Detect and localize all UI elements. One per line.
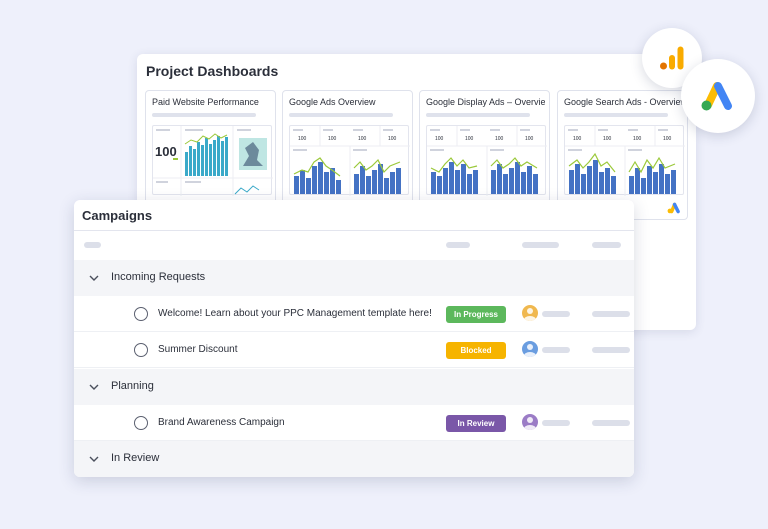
avatar[interactable] bbox=[522, 341, 538, 357]
kpi-value: 100 bbox=[663, 136, 672, 142]
assignee-name-placeholder bbox=[542, 347, 570, 353]
dashboard-card-placeholder bbox=[152, 113, 256, 117]
status-badge[interactable]: In Progress bbox=[446, 306, 506, 323]
campaigns-title: Campaigns bbox=[82, 208, 153, 223]
column-header-assignee[interactable] bbox=[522, 242, 559, 248]
chevron-down-icon[interactable] bbox=[88, 453, 100, 465]
avatar[interactable] bbox=[522, 414, 538, 430]
status-badge[interactable]: In Review bbox=[446, 415, 506, 432]
google-analytics-icon bbox=[660, 46, 684, 70]
task-name[interactable]: Welcome! Learn about your PPC Management… bbox=[158, 308, 432, 319]
google-ads-icon bbox=[701, 82, 732, 111]
dashboards-title: Project Dashboards bbox=[146, 63, 279, 79]
campaigns-panel: Campaigns Incoming Requests Welcome! Lea… bbox=[74, 200, 634, 477]
kpi-value: 100 bbox=[495, 136, 504, 142]
avatar[interactable] bbox=[522, 305, 538, 321]
dashboard-card-title: Paid Website Performance bbox=[152, 97, 259, 107]
kpi-value: 100 bbox=[603, 136, 612, 142]
kpi-value: 100 bbox=[388, 136, 397, 142]
column-header-date[interactable] bbox=[592, 242, 621, 248]
kpi-value: 100 bbox=[358, 136, 367, 142]
kpi-value: 100 bbox=[435, 136, 444, 142]
date-placeholder bbox=[592, 311, 630, 317]
task-complete-radio[interactable] bbox=[134, 343, 148, 357]
assignee-name-placeholder bbox=[542, 420, 570, 426]
dashboard-card-title: Google Search Ads - Overview bbox=[564, 97, 683, 107]
kpi-value: 100 bbox=[465, 136, 474, 142]
dashboard-preview: 100 100 100 100 bbox=[289, 125, 410, 196]
task-row[interactable]: Welcome! Learn about your PPC Management… bbox=[74, 296, 634, 332]
dashboard-card-title: Google Display Ads – Overview bbox=[426, 97, 545, 107]
group-label: Incoming Requests bbox=[111, 271, 206, 283]
column-header-status[interactable] bbox=[446, 242, 470, 248]
kpi-value: 100 bbox=[155, 144, 177, 159]
task-row[interactable]: Summer Discount Blocked bbox=[74, 332, 634, 368]
user-icon bbox=[524, 308, 536, 321]
dashboard-card-title: Google Ads Overview bbox=[289, 97, 376, 107]
google-ads-logo bbox=[681, 59, 755, 133]
user-icon bbox=[524, 417, 536, 430]
group-label: In Review bbox=[111, 452, 160, 464]
column-header-name[interactable] bbox=[84, 242, 101, 248]
chevron-down-icon[interactable] bbox=[88, 272, 100, 284]
dashboard-card-placeholder bbox=[564, 113, 668, 117]
assignee-name-placeholder bbox=[542, 311, 570, 317]
dashboard-preview: 100 100 100 100 bbox=[426, 125, 547, 196]
user-icon bbox=[524, 344, 536, 357]
google-ads-icon bbox=[667, 202, 680, 214]
kpi-value: 100 bbox=[298, 136, 307, 142]
date-placeholder bbox=[592, 420, 630, 426]
dashboard-preview: 100 bbox=[152, 125, 273, 196]
kpi-value: 100 bbox=[633, 136, 642, 142]
task-name[interactable]: Brand Awareness Campaign bbox=[158, 417, 285, 428]
kpi-value: 100 bbox=[573, 136, 582, 142]
group-row-incoming-requests[interactable]: Incoming Requests bbox=[74, 260, 634, 296]
dashboard-preview: 100 100 100 100 bbox=[564, 125, 685, 196]
chevron-down-icon[interactable] bbox=[88, 381, 100, 393]
kpi-value: 100 bbox=[525, 136, 534, 142]
date-placeholder bbox=[592, 347, 630, 353]
group-label: Planning bbox=[111, 380, 154, 392]
dashboard-card-placeholder bbox=[426, 113, 530, 117]
dashboard-card-placeholder bbox=[289, 113, 393, 117]
task-name[interactable]: Summer Discount bbox=[158, 344, 237, 355]
task-row[interactable]: Brand Awareness Campaign In Review bbox=[74, 405, 634, 441]
task-complete-radio[interactable] bbox=[134, 307, 148, 321]
campaigns-divider bbox=[74, 230, 634, 231]
status-badge[interactable]: Blocked bbox=[446, 342, 506, 359]
task-complete-radio[interactable] bbox=[134, 416, 148, 430]
group-row-planning[interactable]: Planning bbox=[74, 369, 634, 405]
group-row-in-review[interactable]: In Review bbox=[74, 441, 634, 477]
kpi-value: 100 bbox=[328, 136, 337, 142]
